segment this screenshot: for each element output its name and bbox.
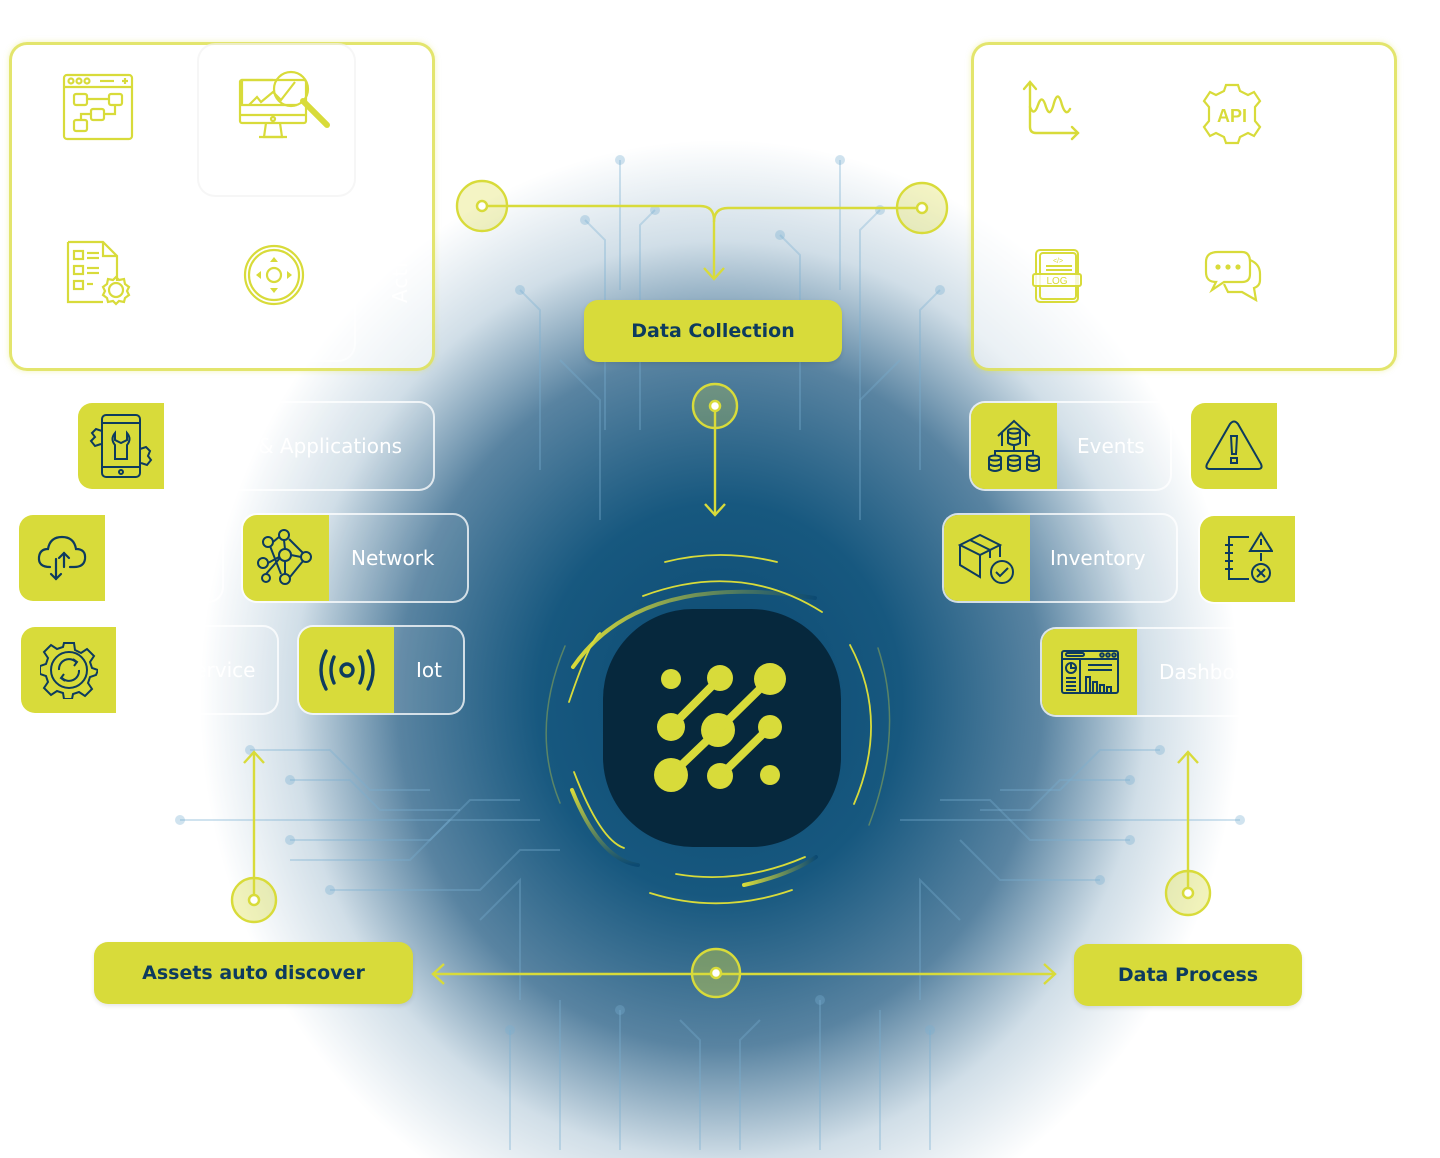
card-label: Reports [1317,547,1394,571]
card-label: Dashboards [1159,660,1278,684]
api-gear-icon: API [1202,83,1262,145]
card-label: Server & Applications [186,434,403,458]
broadcast-signal-icon [318,649,375,691]
mobile-wrench-gears-icon [89,414,153,478]
dashboard-window-icon [1060,650,1119,694]
card-microservice[interactable]: Microservice [19,625,279,715]
card-iot[interactable]: Iot [297,625,465,715]
card-dashboards[interactable]: Dashboards [1040,627,1306,717]
active-monitoring-panel: APM AGENT Active Monitoring [9,42,435,371]
cloud-sync-icon [37,535,87,581]
card-server-applications[interactable]: Server & Applications [76,401,435,491]
metrics-chart-icon [1022,80,1080,141]
agent-label: AGENT [241,315,303,336]
document-gear-icon [66,240,131,306]
card-alerts[interactable]: Alerts [1189,401,1396,491]
chat-bubbles-icon [1204,250,1262,303]
card-label: Iot [416,658,442,682]
warning-triangle-icon [1205,420,1263,470]
gear-refresh-icon [39,642,98,699]
card-reports[interactable]: Reports [1198,514,1435,604]
card-label: Cloud [127,546,185,570]
apm-monitor-magnifier-icon [238,70,330,139]
card-label: Events [1077,434,1145,458]
data-sources-panel: API LOG </> [971,42,1397,371]
data-process-button[interactable]: Data Process [1074,944,1302,1006]
data-collection-button[interactable]: Data Collection [584,300,842,362]
svg-text:API: API [1217,106,1247,126]
house-databases-icon [988,419,1040,472]
card-label: Microservice [130,658,256,682]
card-label: Inventory [1050,546,1146,570]
agent-joystick-icon [243,244,305,306]
network-nodes-icon [257,529,312,585]
workflow-window-icon [62,73,134,141]
box-check-icon [958,533,1014,584]
report-warning-icon [1224,531,1273,583]
card-label: Alerts [1305,434,1364,458]
card-inventory[interactable]: Inventory [942,513,1178,603]
apm-label: APM [254,153,294,174]
card-events[interactable]: Events [969,401,1172,491]
svg-text:</>: </> [1053,258,1063,265]
card-label: Network [351,546,435,570]
card-cloud[interactable]: Cloud [17,513,224,603]
log-file-icon: LOG </> [1032,249,1082,303]
assets-auto-discover-button[interactable]: Assets auto discover [94,942,413,1004]
card-network[interactable]: Network [241,513,469,603]
svg-text:LOG: LOG [1046,276,1067,287]
active-monitoring-label: Active Monitoring [388,110,412,303]
